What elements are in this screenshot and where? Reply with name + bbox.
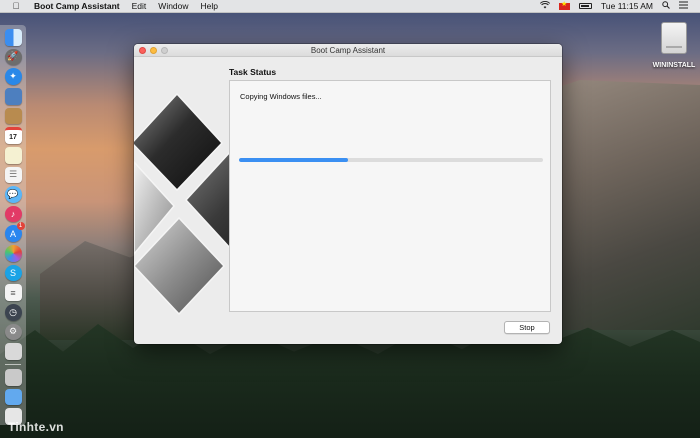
task-status-heading: Task Status (229, 67, 277, 77)
contacts-icon[interactable] (4, 107, 22, 125)
menu-window[interactable]: Window (158, 1, 188, 11)
window-titlebar[interactable]: Boot Camp Assistant (134, 44, 562, 57)
apple-icon[interactable]:  (10, 1, 22, 11)
itunes-icon[interactable]: ♪ (4, 205, 22, 223)
battery-icon[interactable] (579, 3, 593, 9)
disk-utility-icon[interactable] (4, 343, 22, 360)
preview-icon[interactable] (4, 87, 22, 105)
app-store-badge: 1 (16, 222, 25, 231)
app-store-icon[interactable]: A1 (4, 222, 25, 243)
menu-edit[interactable]: Edit (132, 1, 147, 11)
launchpad-icon[interactable]: 🚀 (4, 48, 22, 66)
input-source-flag-icon[interactable] (559, 0, 571, 10)
menu-help[interactable]: Help (201, 1, 218, 11)
status-message: Copying Windows files... (240, 92, 322, 101)
minimize-button[interactable] (150, 47, 157, 54)
notification-center-icon[interactable] (679, 1, 688, 11)
skype-icon[interactable]: S (4, 264, 22, 282)
watermark: Tinhte.vn (8, 420, 64, 434)
progress-bar-fill (239, 158, 349, 162)
volume-label: WININSTALL (652, 62, 696, 69)
time-machine-icon[interactable]: ◷ (4, 304, 22, 321)
boot-camp-icon[interactable] (4, 368, 22, 386)
calendar-icon[interactable]: 17 (4, 127, 22, 144)
photos-icon[interactable] (4, 245, 22, 262)
dock: 🚀 ✦ 17 ☰ 💬 ♪ A1 S ≡ ◷ ⚙ (0, 25, 26, 425)
menu-app-name[interactable]: Boot Camp Assistant (34, 1, 120, 11)
desktop-volume[interactable]: WININSTALL (650, 22, 698, 72)
pages-icon[interactable]: ≡ (4, 284, 22, 302)
menu-status-area: Tue 11:15 AM (539, 0, 700, 11)
drive-icon[interactable] (661, 22, 687, 54)
window-controls (139, 47, 168, 54)
wifi-icon[interactable] (539, 1, 551, 11)
task-status-panel: Copying Windows files... (229, 80, 551, 312)
reminders-icon[interactable]: ☰ (4, 166, 22, 184)
menu-bar:  Boot Camp Assistant Edit Window Help T… (0, 0, 700, 13)
progress-bar (239, 158, 543, 162)
menu-clock[interactable]: Tue 11:15 AM (601, 1, 653, 11)
notes-icon[interactable] (4, 146, 22, 164)
safari-icon[interactable]: ✦ (4, 68, 22, 85)
messages-icon[interactable]: 💬 (4, 186, 22, 203)
boot-camp-window: Boot Camp Assistant Task Status Copying … (134, 44, 562, 344)
close-button[interactable] (139, 47, 146, 54)
finder-icon[interactable] (4, 29, 22, 46)
system-preferences-icon[interactable]: ⚙ (4, 323, 22, 341)
spotlight-search-icon[interactable] (662, 1, 670, 11)
downloads-folder-icon[interactable] (4, 388, 22, 406)
window-title: Boot Camp Assistant (310, 45, 386, 55)
dock-separator (5, 363, 21, 365)
zoom-button[interactable] (161, 47, 168, 54)
stop-button[interactable]: Stop (504, 321, 550, 334)
